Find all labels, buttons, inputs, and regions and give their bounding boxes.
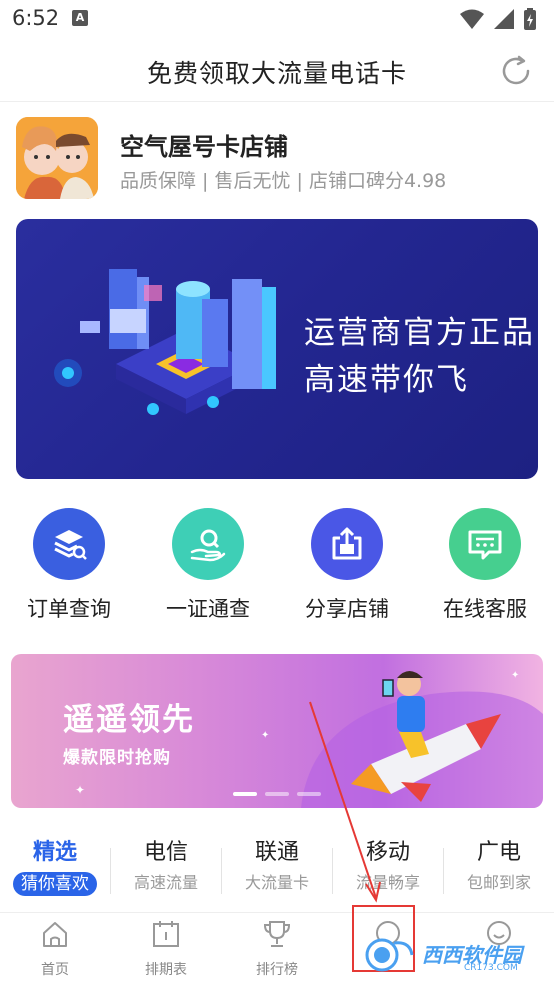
promo-title: 遥遥领先 bbox=[63, 702, 195, 738]
nav-label: 排期表 bbox=[145, 962, 187, 978]
hero-banner[interactable]: 运营商官方正品 高速带你飞 bbox=[16, 219, 538, 479]
nav-ranking[interactable]: 排行榜 bbox=[222, 919, 332, 979]
watermark-subtext: CR173.COM bbox=[464, 963, 518, 973]
trophy-icon bbox=[263, 921, 291, 947]
action-label: 在线客服 bbox=[443, 597, 527, 621]
promo-banner[interactable]: ✦ ✦ ✦ 遥遥领先 爆款限时抢购 bbox=[11, 654, 543, 808]
refresh-icon bbox=[502, 55, 530, 85]
nav-home[interactable]: 首页 bbox=[0, 919, 110, 979]
layers-search-icon bbox=[33, 508, 105, 580]
carousel-dots bbox=[233, 781, 329, 800]
watermark-logo-icon bbox=[365, 938, 414, 972]
tab-telecom[interactable]: 电信 高速流量 bbox=[111, 838, 221, 904]
refresh-button[interactable] bbox=[498, 53, 534, 89]
tab-name: 广电 bbox=[476, 840, 521, 865]
action-share-shop[interactable]: 分享店铺 bbox=[278, 508, 416, 623]
wifi-icon bbox=[460, 9, 484, 29]
tab-name: 电信 bbox=[143, 840, 188, 865]
action-label: 分享店铺 bbox=[305, 597, 389, 621]
tab-subtitle: 流量畅享 bbox=[355, 873, 420, 892]
tab-subtitle: 大流量卡 bbox=[244, 873, 309, 892]
action-id-check[interactable]: 一证通查 bbox=[139, 508, 277, 623]
banner-headline: 运营商官方正品 bbox=[304, 315, 535, 351]
action-online-service[interactable]: 在线客服 bbox=[416, 508, 554, 623]
notification-a-icon: A bbox=[72, 10, 88, 26]
nav-label: 排行榜 bbox=[256, 962, 298, 978]
shop-tagline: 品质保障 | 售后无忧 | 店铺口碑分4.98 bbox=[120, 170, 447, 192]
tab-name: 联通 bbox=[254, 840, 299, 865]
quick-actions: 订单查询 一证通查 分享店铺 在线客服 bbox=[0, 508, 554, 628]
home-icon bbox=[43, 922, 67, 947]
tab-broadcast[interactable]: 广电 包邮到家 bbox=[444, 838, 554, 904]
status-time: 6:52 bbox=[12, 6, 60, 30]
category-tabs: 精选 猜你喜欢 电信 高速流量 联通 大流量卡 移动 流量畅享 广电 包邮到家 bbox=[0, 838, 554, 908]
action-order-query[interactable]: 订单查询 bbox=[0, 508, 138, 623]
carousel-dot[interactable] bbox=[265, 792, 289, 796]
carousel-dot[interactable] bbox=[297, 792, 321, 796]
svg-text:✦: ✦ bbox=[261, 730, 269, 741]
tab-subtitle: 猜你喜欢 bbox=[13, 872, 97, 896]
tab-subtitle: 包邮到家 bbox=[466, 873, 531, 892]
tab-unicom[interactable]: 联通 大流量卡 bbox=[222, 838, 332, 904]
title-bar: 免费领取大流量电话卡 bbox=[0, 40, 554, 102]
action-label: 订单查询 bbox=[27, 597, 111, 621]
signal-icon bbox=[494, 9, 514, 29]
action-label: 一证通查 bbox=[166, 597, 250, 621]
tab-featured[interactable]: 精选 猜你喜欢 bbox=[0, 838, 110, 904]
status-indicators bbox=[458, 8, 544, 30]
tab-name: 精选 bbox=[32, 840, 77, 865]
tab-subtitle: 高速流量 bbox=[133, 873, 198, 892]
page-title: 免费领取大流量电话卡 bbox=[146, 59, 407, 88]
carousel-dot[interactable] bbox=[233, 792, 257, 796]
nav-label: 首页 bbox=[41, 962, 69, 978]
watermark: 西西软件园 CR173.COM bbox=[360, 935, 536, 975]
promo-subtitle: 爆款限时抢购 bbox=[63, 748, 171, 768]
share-box-icon bbox=[311, 508, 383, 580]
nav-schedule[interactable]: 排期表 bbox=[111, 919, 221, 979]
shop-name: 空气屋号卡店铺 bbox=[120, 133, 288, 161]
hand-search-icon bbox=[172, 508, 244, 580]
chat-bubble-icon bbox=[449, 508, 521, 580]
shop-avatar[interactable] bbox=[16, 117, 98, 199]
tab-name: 移动 bbox=[365, 840, 410, 865]
banner-subheadline: 高速带你飞 bbox=[304, 362, 469, 398]
status-bar: 6:52 A bbox=[0, 0, 554, 40]
svg-text:✦: ✦ bbox=[75, 783, 85, 797]
tab-mobile[interactable]: 移动 流量畅享 bbox=[333, 838, 443, 904]
calendar-icon bbox=[153, 921, 179, 947]
svg-text:✦: ✦ bbox=[511, 670, 519, 681]
